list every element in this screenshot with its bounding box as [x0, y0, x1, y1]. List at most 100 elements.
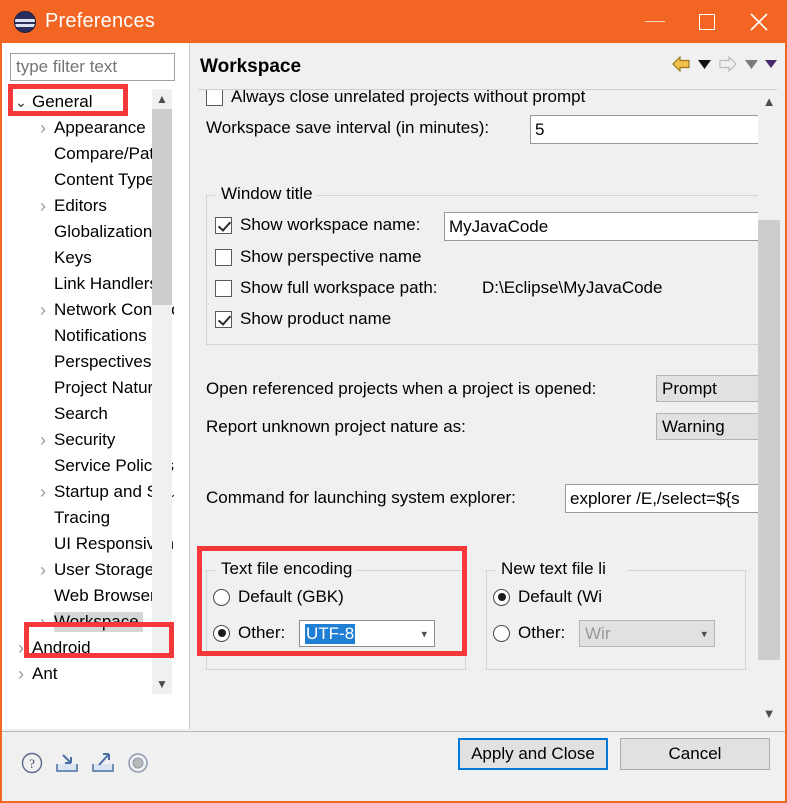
chevron-right-icon[interactable]: › — [32, 561, 54, 579]
report-nature-combo[interactable]: Warning ▾ — [656, 413, 758, 440]
chevron-down-icon[interactable]: ⌄ — [10, 95, 32, 109]
save-interval-input[interactable] — [530, 115, 758, 144]
close-icon — [750, 12, 768, 31]
sidebar-item-link-handlers[interactable]: Link Handlers — [2, 271, 174, 297]
sidebar-item-network-connections[interactable]: ›Network Connections — [2, 297, 174, 323]
open-referenced-combo[interactable]: Prompt ▾ — [656, 375, 758, 402]
chevron-right-icon[interactable]: › — [32, 613, 54, 631]
sidebar-item-label: Link Handlers — [54, 274, 158, 293]
sidebar-item-android[interactable]: › Android — [2, 635, 174, 661]
chevron-right-icon[interactable]: › — [32, 119, 54, 137]
content-scroll-thumb[interactable] — [758, 220, 780, 660]
apply-and-close-button[interactable]: Apply and Close — [458, 738, 608, 770]
minimize-button[interactable] — [629, 0, 681, 43]
sidebar-item-label: Perspectives — [54, 352, 152, 371]
sidebar-item-keys[interactable]: Keys — [2, 245, 174, 271]
eclipse-icon — [14, 10, 36, 33]
sidebar-item-label: Workspace — [54, 612, 143, 632]
show-workspace-name-checkbox[interactable]: Show workspace name: — [215, 215, 420, 235]
content-scroll-down-button[interactable]: ▼ — [758, 702, 780, 724]
show-product-name-checkbox[interactable]: Show product name — [215, 309, 391, 329]
sidebar-item-ant[interactable]: › Ant — [2, 661, 174, 687]
report-nature-value: Warning — [662, 416, 725, 436]
tree-scroll-up-button[interactable]: ▲ — [152, 89, 172, 109]
view-menu-caret-icon[interactable] — [765, 60, 777, 68]
preferences-tree[interactable]: ⌄ General › Appearance Compare/Patch Content … — [2, 89, 174, 694]
sidebar-item-label: Globalization — [54, 222, 153, 241]
show-full-workspace-path-label: Show full workspace path: — [240, 278, 438, 297]
system-explorer-input[interactable] — [565, 484, 758, 513]
sidebar-item-perspectives[interactable]: Perspectives — [2, 349, 174, 375]
back-arrow-icon[interactable] — [671, 55, 691, 73]
forward-dropdown-caret-icon[interactable] — [745, 59, 758, 69]
preference-content: Always close unrelated projects without … — [198, 90, 758, 724]
sidebar-item-content-types[interactable]: Content Types — [2, 167, 174, 193]
encoding-other-radio[interactable]: Other: — [213, 623, 285, 643]
sidebar-item-label: General — [32, 92, 93, 111]
page-title: Workspace — [200, 56, 302, 77]
group-top-line — [627, 570, 745, 571]
encoding-default-radio[interactable]: Default (GBK) — [213, 587, 344, 607]
restore-defaults-icon[interactable] — [126, 751, 150, 780]
chevron-right-icon[interactable]: › — [10, 665, 32, 683]
sidebar-item-ui-responsiveness[interactable]: UI Responsiveness — [2, 531, 174, 557]
close-button[interactable] — [733, 0, 785, 43]
cancel-button[interactable]: Cancel — [620, 738, 770, 770]
show-perspective-name-checkbox[interactable]: Show perspective name — [215, 247, 421, 267]
back-dropdown-caret-icon[interactable] — [698, 59, 711, 69]
content-scroll-up-button[interactable]: ▲ — [758, 90, 780, 112]
line-delimiter-other-label: Other: — [518, 623, 566, 642]
save-interval-label: Workspace save interval (in minutes): — [206, 118, 490, 137]
sidebar-item-startup-and-shutdown[interactable]: ›Startup and Shutdown — [2, 479, 174, 505]
sidebar-item-label: Security — [54, 430, 116, 449]
workspace-name-input[interactable] — [444, 212, 758, 241]
sidebar-item-security[interactable]: › Security — [2, 427, 174, 453]
sidebar-item-user-storage[interactable]: › User Storage — [2, 557, 174, 583]
open-referenced-label: Open referenced projects when a project … — [206, 379, 597, 398]
checkbox-box — [215, 248, 232, 266]
content-vertical-scrollbar[interactable]: ▲ ▼ — [758, 90, 780, 724]
always-close-unrelated-checkbox[interactable]: Always close unrelated projects without … — [206, 90, 585, 107]
sidebar-item-label: Ant — [32, 664, 58, 683]
title-bar: Preferences — [2, 0, 785, 43]
maximize-button[interactable] — [681, 0, 733, 43]
always-close-unrelated-label: Always close unrelated projects without … — [231, 90, 586, 106]
text-file-encoding-group: Text file encoding Default (GBK) Other: … — [206, 559, 466, 670]
sidebar-item-globalization[interactable]: Globalization — [2, 219, 174, 245]
show-perspective-name-label: Show perspective name — [240, 247, 422, 266]
line-delimiter-other-value: Wir — [585, 623, 611, 643]
chevron-right-icon[interactable]: › — [32, 197, 54, 215]
preference-page-panel: Workspace Always close unrelated project… — [190, 43, 785, 729]
sidebar-item-search[interactable]: Search — [2, 401, 174, 427]
checkbox-box — [206, 90, 223, 106]
sidebar-item-workspace[interactable]: › Workspace — [2, 609, 174, 635]
sidebar-item-project-natures[interactable]: Project Natures — [2, 375, 174, 401]
sidebar-item-notifications[interactable]: Notifications — [2, 323, 174, 349]
forward-arrow-icon[interactable] — [718, 55, 738, 73]
chevron-right-icon[interactable]: › — [32, 431, 54, 449]
sidebar-item-general[interactable]: ⌄ General — [2, 89, 174, 115]
page-nav-icons — [671, 55, 777, 73]
import-icon[interactable] — [54, 751, 80, 780]
chevron-right-icon[interactable]: › — [32, 301, 54, 319]
sidebar-item-tracing[interactable]: Tracing — [2, 505, 174, 531]
show-full-workspace-path-checkbox[interactable]: Show full workspace path: — [215, 278, 438, 298]
filter-input[interactable] — [10, 53, 175, 81]
export-icon[interactable] — [90, 751, 116, 780]
chevron-right-icon[interactable]: › — [10, 639, 32, 657]
encoding-other-combo[interactable]: UTF-8 ▾ — [299, 620, 435, 647]
sidebar-item-label: Appearance — [54, 118, 146, 137]
line-delimiter-default-radio[interactable]: Default (Wi — [493, 587, 602, 607]
tree-vertical-scrollbar[interactable]: ▲ ▼ — [152, 89, 172, 694]
line-delimiter-other-combo[interactable]: Wir ▾ — [579, 620, 715, 647]
tree-scroll-thumb[interactable] — [152, 109, 172, 305]
sidebar-item-compare-patch[interactable]: Compare/Patch — [2, 141, 174, 167]
sidebar-item-web-browser[interactable]: Web Browser — [2, 583, 174, 609]
tree-scroll-down-button[interactable]: ▼ — [152, 674, 172, 694]
sidebar-item-appearance[interactable]: › Appearance — [2, 115, 174, 141]
sidebar-item-service-policies[interactable]: Service Policies — [2, 453, 174, 479]
sidebar-item-editors[interactable]: › Editors — [2, 193, 174, 219]
help-icon[interactable]: ? — [20, 751, 44, 780]
line-delimiter-other-radio[interactable]: Other: — [493, 623, 565, 643]
chevron-right-icon[interactable]: › — [32, 483, 54, 501]
